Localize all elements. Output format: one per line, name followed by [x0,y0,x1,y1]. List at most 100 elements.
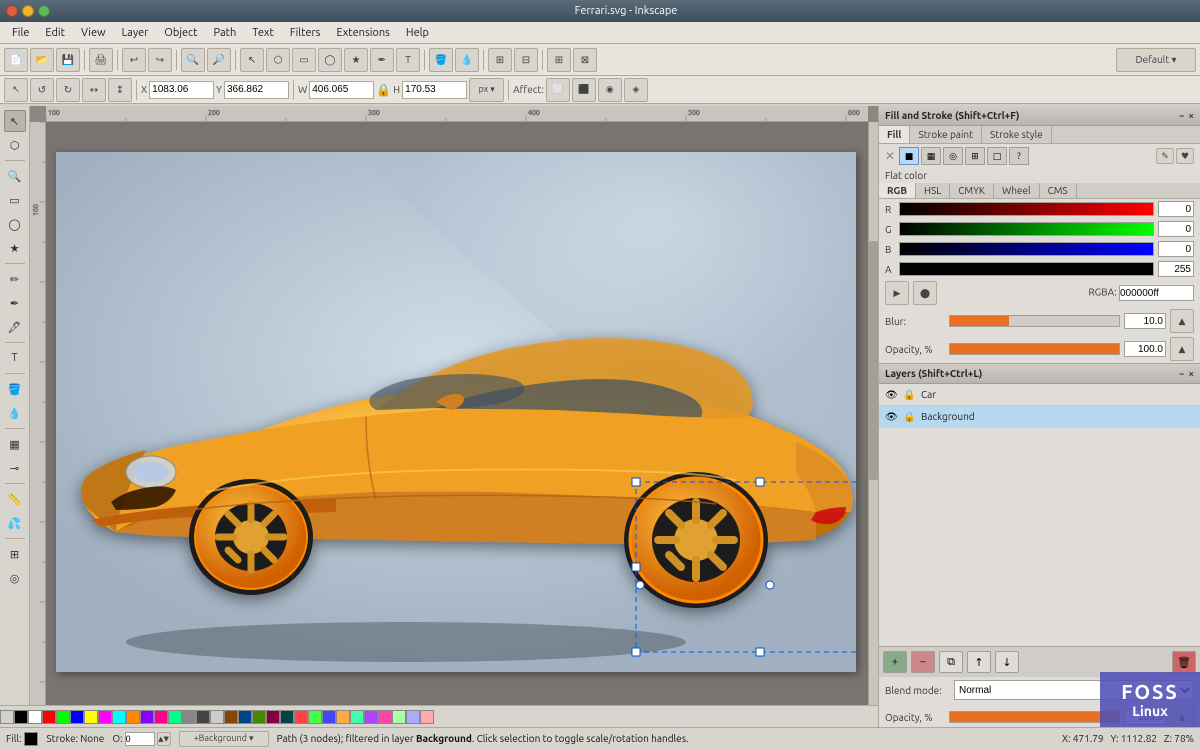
swatch-orange[interactable] [126,710,140,724]
close-button[interactable] [6,5,18,17]
save-button[interactable]: 💾 [56,48,80,72]
maximize-button[interactable] [38,5,50,17]
pattern-btn[interactable]: ⊞ [965,147,985,165]
swatch-btn[interactable]: □ [987,147,1007,165]
unit-select[interactable]: px ▾ [469,78,504,102]
menu-help[interactable]: Help [398,25,437,41]
tab-stroke-paint[interactable]: Stroke paint [910,126,982,143]
swatch-gray25[interactable] [196,710,210,724]
pen-tool-btn[interactable]: ✒ [370,48,394,72]
menu-layer[interactable]: Layer [114,25,157,41]
v-scroll-thumb[interactable] [869,241,878,480]
pencil-tool[interactable]: ✏ [4,268,26,290]
opacity-slider[interactable] [949,343,1120,355]
eyedrop-tool[interactable]: 💧 [4,402,26,424]
spray-tool[interactable]: 💦 [4,512,26,534]
swatch-maroon[interactable] [266,710,280,724]
pen-tool[interactable]: ✒ [4,292,26,314]
layer-add-btn[interactable]: + [883,651,907,673]
circle-tool-btn[interactable]: ◯ [318,48,342,72]
opacity-input[interactable] [1124,341,1166,357]
blur-slider[interactable] [949,315,1120,327]
swatch-olive[interactable] [252,710,266,724]
eyedrop-btn[interactable]: 💧 [455,48,479,72]
swatch-hotpink[interactable] [378,710,392,724]
menu-text[interactable]: Text [244,25,282,41]
blur-stepper[interactable]: ▲ [1170,309,1194,333]
swatch-green[interactable] [56,710,70,724]
fill-none-btn[interactable]: ✕ [885,149,895,163]
color-rec-btn[interactable]: ⬤ [913,281,937,305]
layer-background[interactable]: 👁 🔒 Background [879,406,1200,428]
swatch-pink[interactable] [154,710,168,724]
color-tab-hsl[interactable]: HSL [916,183,950,198]
layers-close-icon[interactable]: × [1188,368,1194,379]
menu-view[interactable]: View [73,25,114,41]
rotate-ccw-btn[interactable]: ↺ [30,78,54,102]
unknown-btn[interactable]: ? [1009,147,1029,165]
layer-car-lock[interactable]: 🔒 [903,389,917,401]
select-tool[interactable]: ↖ [4,110,26,132]
swatch-white[interactable] [28,710,42,724]
zoom-out-button[interactable]: 🔎 [207,48,231,72]
swatch-yellow[interactable] [84,710,98,724]
fill-tool-btn[interactable]: 🪣 [429,48,453,72]
lock-aspect-icon[interactable]: 🔒 [376,83,391,97]
layer-car-eye[interactable]: 👁 [885,389,899,401]
rotate-cw-btn[interactable]: ↻ [56,78,80,102]
group-btn[interactable]: ⊞ [488,48,512,72]
select-all-btn[interactable]: ↖ [4,78,28,102]
swatch-lightblue[interactable] [322,710,336,724]
fill-status-swatch[interactable] [24,732,38,746]
circle-tool[interactable]: ◯ [4,213,26,235]
rect-tool-btn[interactable]: ▭ [292,48,316,72]
open-button[interactable]: 📂 [30,48,54,72]
menu-filters[interactable]: Filters [282,25,329,41]
tab-fill[interactable]: Fill [879,126,910,143]
vertical-scrollbar[interactable] [868,122,878,719]
affect-btn1[interactable]: ⬜ [546,78,570,102]
swatch-navy[interactable] [238,710,252,724]
fill-edit-btn[interactable]: ✎ [1156,148,1174,164]
distribute-btn[interactable]: ⊠ [573,48,597,72]
swatch-lightgreen[interactable] [308,710,322,724]
linear-grad-btn[interactable]: ▦ [921,147,941,165]
swatch-salmon[interactable] [420,710,434,724]
r-input[interactable] [1158,201,1194,217]
flip-v-btn[interactable]: ↕ [108,78,132,102]
zoom-in-button[interactable]: 🔍 [181,48,205,72]
layers-min-icon[interactable]: − [1179,368,1185,379]
g-input[interactable] [1158,221,1194,237]
layer-bg-eye[interactable]: 👁 [885,411,899,423]
document-canvas[interactable] [56,152,856,672]
layer-dup-btn[interactable]: ⧉ [939,651,963,673]
fill-tool[interactable]: 🪣 [4,378,26,400]
swatch-brown[interactable] [224,710,238,724]
color-tab-wheel[interactable]: Wheel [994,183,1040,198]
gradient-tool[interactable]: ▦ [4,433,26,455]
node-tool-btn[interactable]: ⬡ [266,48,290,72]
new-button[interactable]: 📄 [4,48,28,72]
redo-button[interactable]: ↪ [148,48,172,72]
minimize-button[interactable] [22,5,34,17]
swatch-blue[interactable] [70,710,84,724]
swatch-mint[interactable] [350,710,364,724]
menu-path[interactable]: Path [206,25,245,41]
b-slider[interactable] [899,242,1154,256]
swatch-lightred[interactable] [294,710,308,724]
width-input[interactable] [125,732,155,746]
color-play-btn[interactable]: ▶ [885,281,909,305]
h-input[interactable] [402,81,467,99]
text-tool-btn[interactable]: T [396,48,420,72]
width-stepper[interactable]: ▲▼ [157,732,171,746]
b-input[interactable] [1158,241,1194,257]
menu-edit[interactable]: Edit [37,25,73,41]
menu-extensions[interactable]: Extensions [328,25,397,41]
ungroup-btn[interactable]: ⊟ [514,48,538,72]
layer-up-btn[interactable]: ↑ [967,651,991,673]
layer-select-btn[interactable]: +Background ▾ [179,731,269,747]
layer-del-btn[interactable]: − [911,651,935,673]
color-tab-rgb[interactable]: RGB [879,183,916,198]
layer-opacity-slider[interactable] [949,711,1120,723]
print-button[interactable]: 🖨 [89,48,113,72]
